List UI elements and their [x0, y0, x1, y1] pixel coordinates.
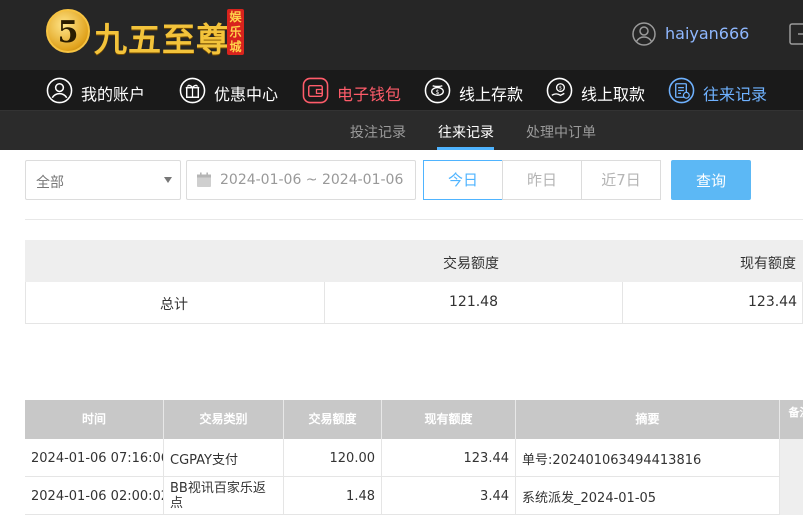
logo-digit: 5	[57, 15, 79, 50]
logout-icon[interactable]	[789, 21, 803, 47]
date-range-picker[interactable]	[186, 160, 416, 200]
cell-time: 2024-01-06 07:16:06	[25, 439, 164, 477]
summary-total-row: 总计 121.48 123.44	[25, 282, 803, 324]
sub-nav: 投注记录 往来记录 处理中订单	[0, 111, 803, 150]
col-category: 交易类别	[164, 400, 284, 439]
username: haiyan666	[665, 24, 750, 43]
section-divider	[25, 219, 803, 220]
cell-balance: 123.44	[382, 439, 516, 477]
cell-category: CGPAY支付	[164, 439, 284, 477]
cell-remark	[780, 477, 803, 515]
nav-label: 优惠中心	[214, 85, 279, 104]
query-button[interactable]: 查询	[671, 160, 751, 200]
summary-total-balance: 123.44	[748, 294, 797, 310]
cell-remark	[780, 439, 803, 477]
nav-label: 电子钱包	[337, 85, 402, 104]
date-range-input[interactable]	[220, 169, 410, 191]
deposit-icon: $	[424, 77, 451, 104]
wallet-icon	[302, 77, 329, 104]
cell-amount: 120.00	[284, 439, 382, 477]
column-divider	[324, 282, 325, 324]
nav-label: 线上取款	[581, 85, 646, 104]
user-avatar-icon	[632, 22, 656, 46]
col-amount: 交易额度	[284, 400, 382, 439]
svg-text:$: $	[559, 86, 562, 92]
brand-logo[interactable]: 5 九五至尊 娱乐城	[46, 9, 246, 61]
nav-label: 我的账户	[81, 85, 146, 104]
gift-icon	[179, 77, 206, 104]
nav-label: 往来记录	[703, 85, 768, 104]
withdraw-icon: $	[546, 77, 573, 104]
brand-tag: 娱乐城	[227, 9, 244, 55]
col-balance: 现有额度	[382, 400, 516, 439]
nav-label: 线上存款	[459, 85, 524, 104]
cell-summary: 单号:202401063494413816	[516, 439, 780, 477]
table-row: 2024-01-06 07:16:06 CGPAY支付 120.00 123.4…	[25, 439, 803, 477]
cell-summary: 系统派发_2024-01-05	[516, 477, 780, 515]
records-icon	[668, 77, 695, 104]
brand-name: 九五至尊	[94, 20, 230, 59]
summary-header-balance: 现有额度	[740, 256, 796, 272]
column-divider	[622, 282, 623, 324]
main-nav: 我的账户 优惠中心 电子钱包 $ 线上存款 $ 线上取款 往来记录	[0, 70, 803, 111]
active-tab-indicator	[437, 147, 494, 150]
caret-down-icon	[164, 177, 172, 183]
svg-text:$: $	[436, 90, 440, 96]
col-time: 时间	[25, 400, 164, 439]
tab-transaction-records[interactable]: 往来记录	[438, 122, 494, 142]
calendar-icon	[197, 172, 211, 187]
tab-pending-orders[interactable]: 处理中订单	[526, 122, 596, 142]
cell-category: BB视讯百家乐返点	[164, 477, 284, 515]
transactions-table: 时间 交易类别 交易额度 现有额度 摘要 备注 2024-01-06 07:16…	[25, 400, 803, 532]
tab-bet-records[interactable]: 投注记录	[350, 122, 406, 142]
filter-today-button[interactable]: 今日	[423, 160, 503, 200]
top-header: 5 九五至尊 娱乐城 haiyan666	[0, 0, 803, 70]
summary-total-label: 总计	[160, 297, 188, 313]
table-row: 2024-01-06 02:00:02 BB视讯百家乐返点 1.48 3.44 …	[25, 477, 803, 515]
user-icon	[46, 77, 73, 104]
filter-yesterday-button[interactable]: 昨日	[502, 160, 582, 200]
summary-header: 交易额度 现有额度	[25, 240, 803, 282]
select-value: 全部	[36, 175, 64, 191]
table-header: 时间 交易类别 交易额度 现有额度 摘要 备注	[25, 400, 803, 439]
filter-last7days-button[interactable]: 近7日	[581, 160, 661, 200]
logo-emblem: 5	[46, 9, 90, 53]
transaction-type-select[interactable]: 全部	[25, 160, 181, 200]
summary-header-amount: 交易额度	[443, 256, 499, 272]
cell-time: 2024-01-06 02:00:02	[25, 477, 164, 515]
summary-total-amount: 121.48	[449, 294, 498, 310]
col-remark: 备注	[780, 400, 803, 439]
cell-balance: 3.44	[382, 477, 516, 515]
col-summary: 摘要	[516, 400, 780, 439]
cell-amount: 1.48	[284, 477, 382, 515]
